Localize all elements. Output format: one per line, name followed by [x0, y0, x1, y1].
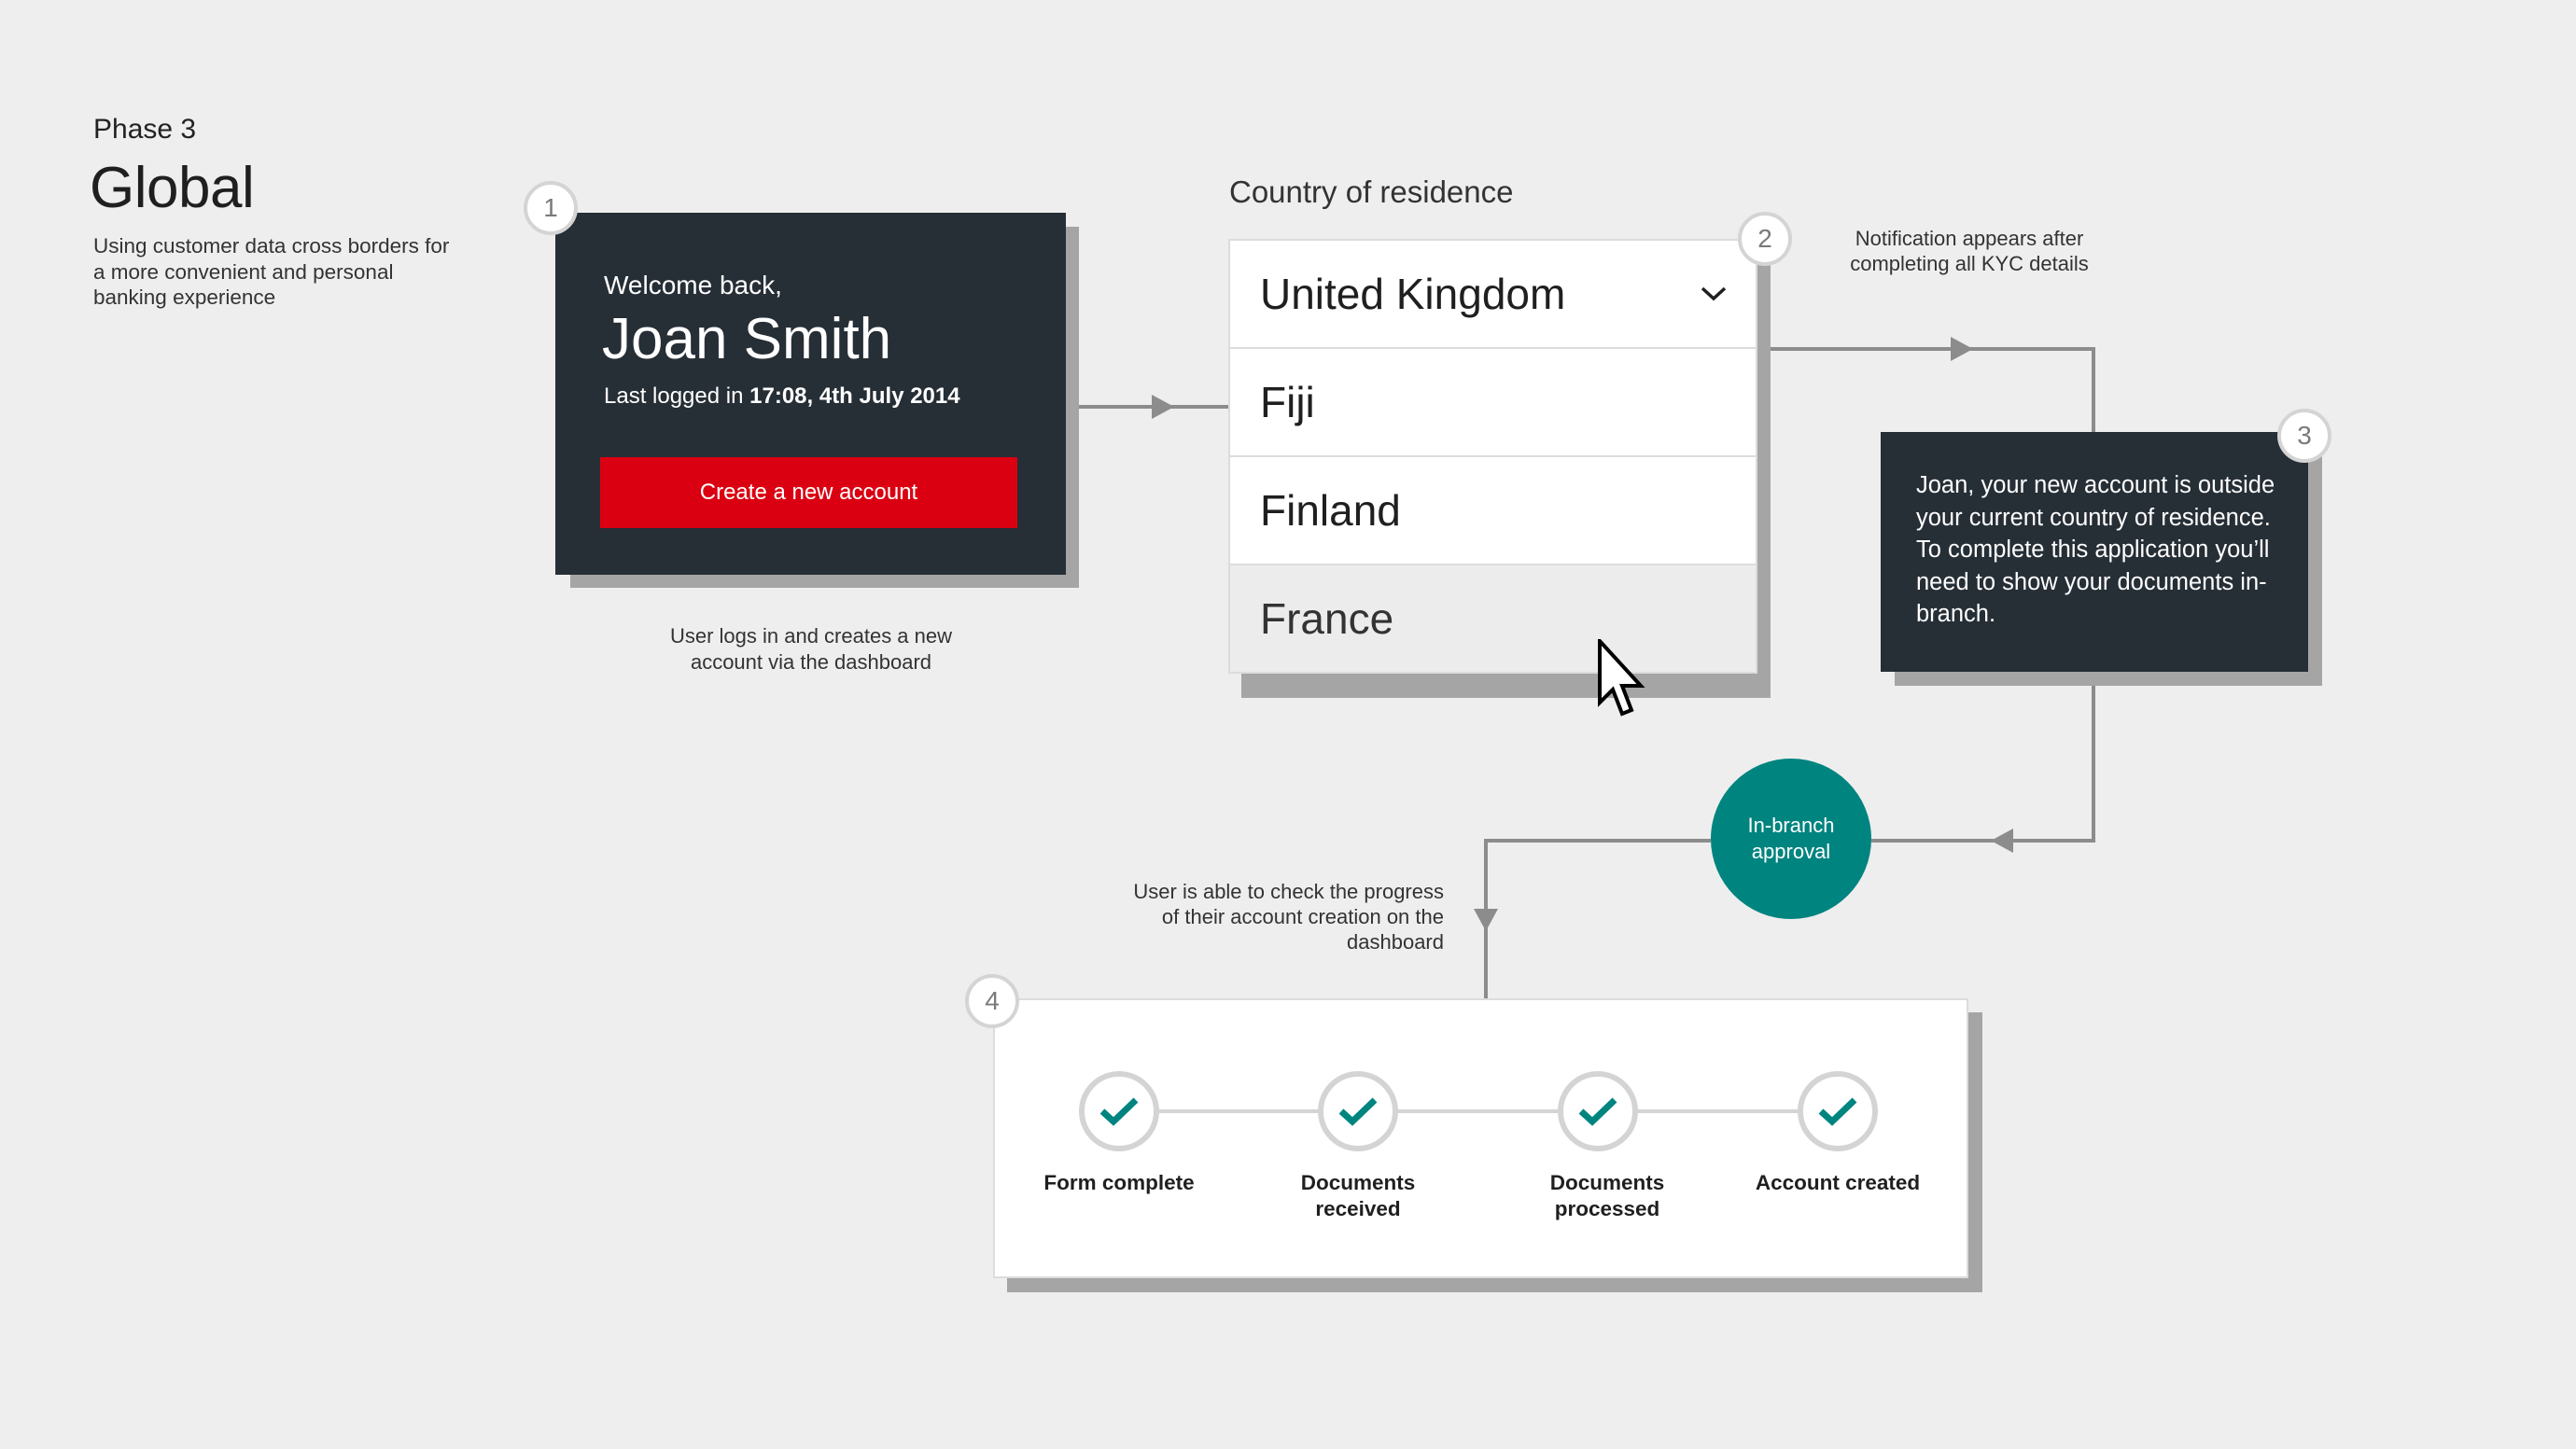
progress-track	[1116, 1109, 1841, 1113]
welcome-text: Welcome back,	[604, 271, 782, 300]
step-complete-icon	[1798, 1071, 1878, 1151]
country-selected-value: United Kingdom	[1260, 270, 1566, 318]
step-4-caption: User is able to check the progress of th…	[1133, 880, 1444, 954]
phase-label: Phase 3	[93, 114, 197, 145]
in-branch-approval-label: In-branch approval	[1747, 814, 1835, 863]
step-complete-icon	[1558, 1071, 1638, 1151]
in-branch-approval-node: In-branch approval	[1711, 759, 1871, 919]
country-option-france[interactable]: France	[1228, 564, 1757, 674]
mouse-pointer-icon	[1598, 639, 1645, 717]
dashboard-card: Welcome back, Joan Smith Last logged in …	[555, 213, 1066, 575]
last-logged-prefix: Last logged in	[604, 383, 744, 409]
country-select-field[interactable]: United Kingdom	[1228, 239, 1757, 349]
progress-card: Form complete Documents received Documen…	[993, 998, 1968, 1278]
checkmark-icon	[1578, 1097, 1617, 1126]
step-badge-4: 4	[965, 974, 1019, 1028]
step-1-caption: User logs in and creates a new account v…	[669, 624, 953, 674]
user-name: Joan Smith	[602, 307, 892, 371]
country-option-fiji[interactable]: Fiji	[1228, 347, 1757, 457]
create-account-button[interactable]: Create a new account	[600, 457, 1017, 528]
checkmark-icon	[1099, 1097, 1139, 1126]
step-badge-3: 3	[2277, 409, 2331, 463]
last-logged-in: Last logged in 17:08, 4th July 2014	[604, 383, 960, 410]
step-badge-1: 1	[524, 181, 578, 235]
page-title: Global	[90, 156, 255, 220]
step-complete-icon	[1079, 1071, 1159, 1151]
step-badge-2: 2	[1738, 212, 1792, 266]
step-label-account-created: Account created	[1755, 1171, 1921, 1194]
notification-message: Joan, your new account is outside your c…	[1916, 472, 2275, 627]
country-dropdown[interactable]: United Kingdom Fiji Finland France	[1228, 239, 1757, 674]
last-logged-value: 17:08, 4th July 2014	[749, 383, 960, 409]
step-label-documents-processed: Documents processed	[1549, 1171, 1665, 1220]
step-label-form-complete: Form complete	[1043, 1171, 1195, 1194]
notification-card: Joan, your new account is outside your c…	[1881, 432, 2308, 672]
country-option-finland[interactable]: Finland	[1228, 455, 1757, 565]
step-complete-icon	[1318, 1071, 1398, 1151]
chevron-down-icon	[1701, 286, 1727, 301]
step-label-documents-received: Documents received	[1300, 1171, 1416, 1220]
country-select-label: Country of residence	[1229, 174, 1514, 209]
notification-caption: Notification appears after completing al…	[1850, 227, 2089, 275]
page-subtitle: Using customer data cross borders for a …	[93, 234, 450, 309]
checkmark-icon	[1338, 1097, 1378, 1126]
checkmark-icon	[1818, 1097, 1857, 1126]
